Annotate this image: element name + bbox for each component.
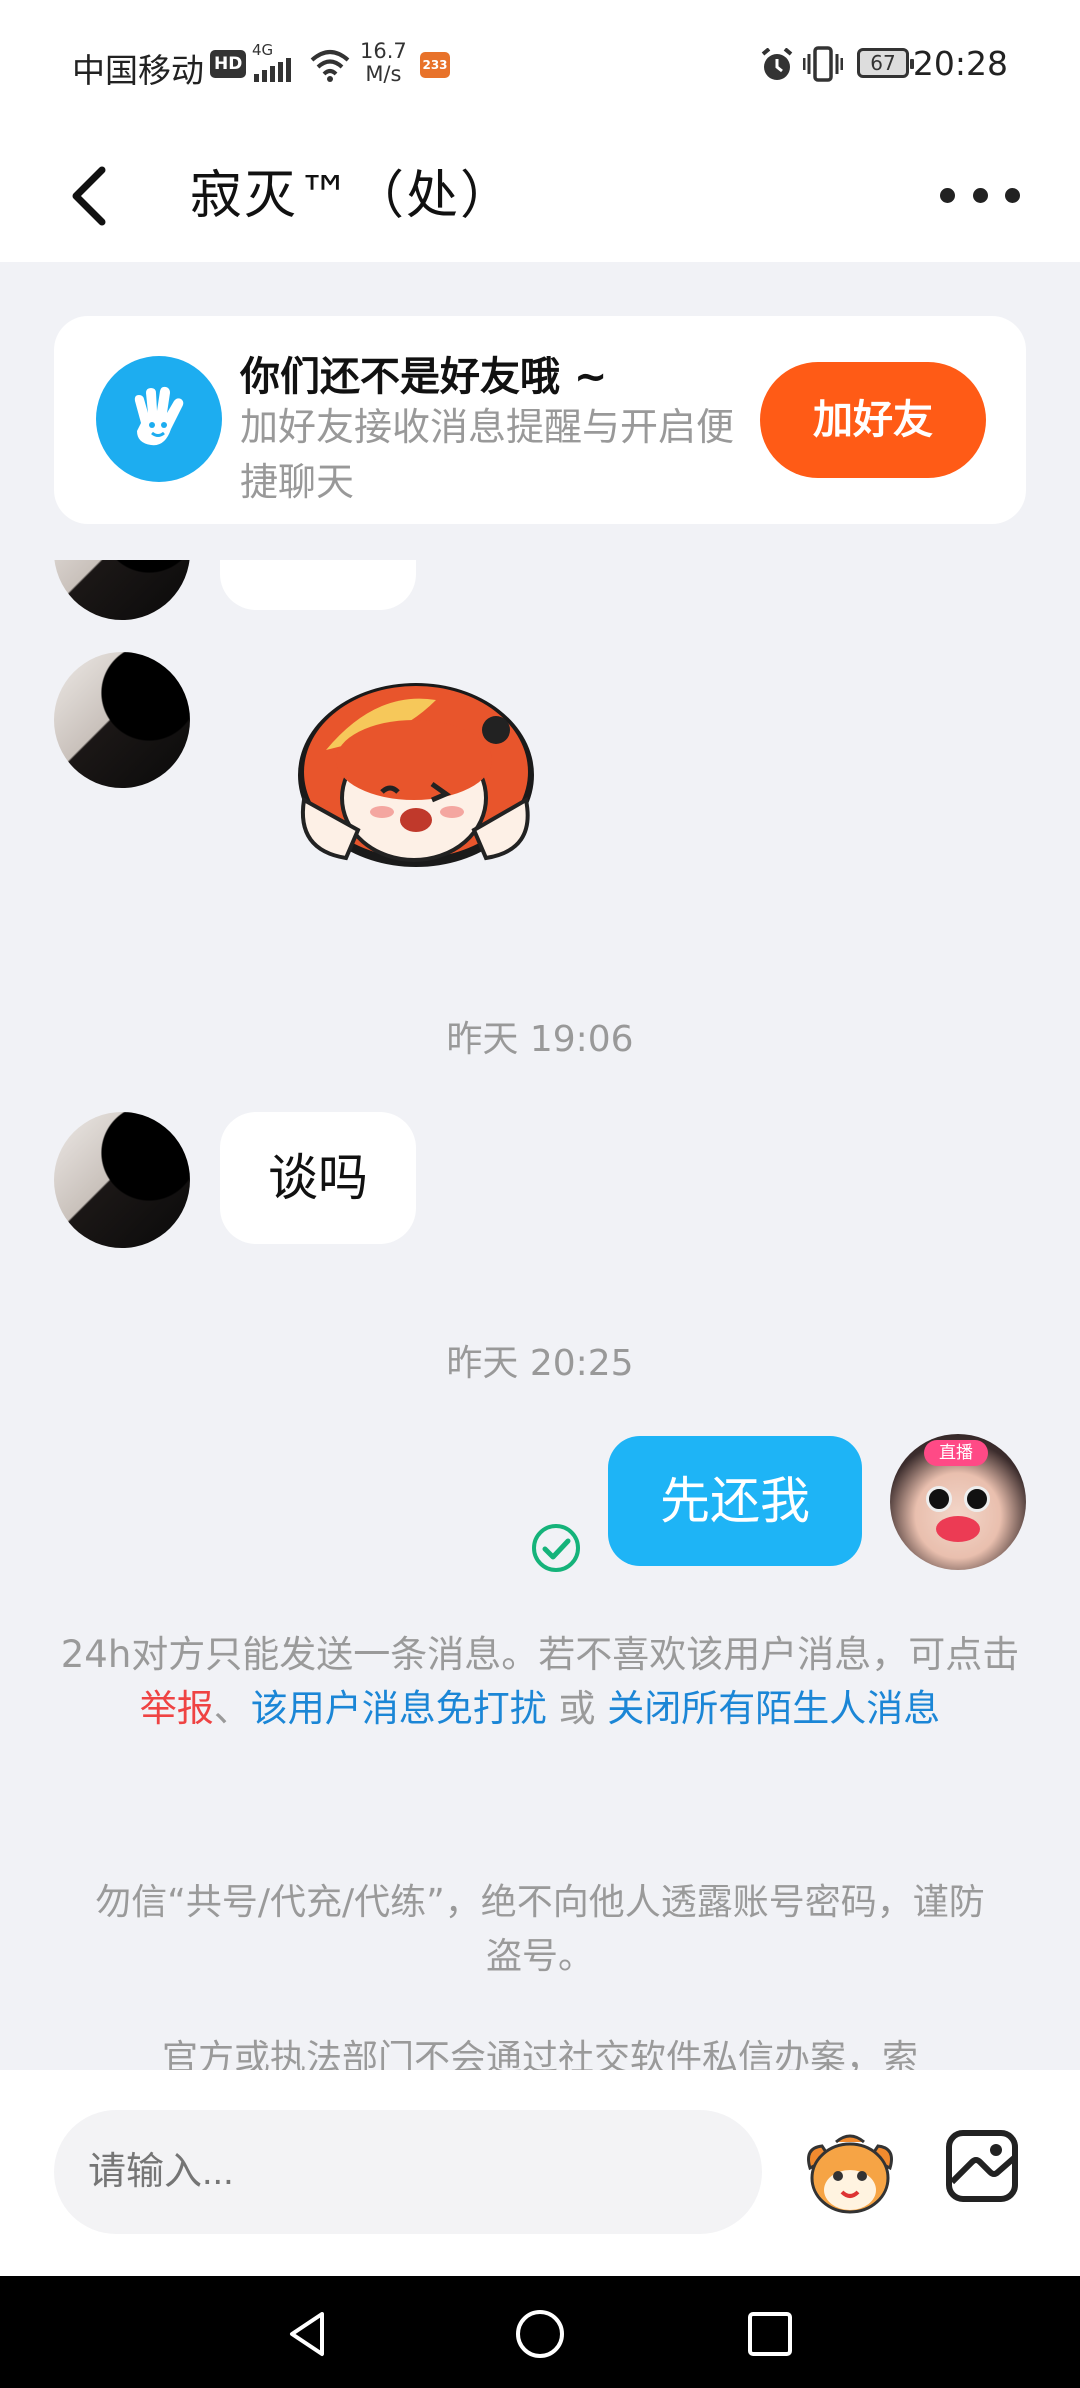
chat-header: 寂灭™（处） xyxy=(0,130,1080,262)
network-type: 4G xyxy=(252,41,274,59)
report-link[interactable]: 举报 xyxy=(140,1687,214,1730)
friend-card-title: 你们还不是好友哦 ~ xyxy=(240,354,608,400)
message-timestamp: 昨天 20:25 xyxy=(446,1343,634,1384)
mute-user-link[interactable]: 该用户消息免打扰 xyxy=(251,1687,547,1730)
emoji-mascot-icon[interactable] xyxy=(800,2128,900,2218)
nav-home-icon[interactable] xyxy=(512,2306,568,2362)
my-avatar[interactable]: 直播 xyxy=(890,1434,1026,1570)
notice-separator: 、 xyxy=(213,1687,251,1730)
security-warning: 官方或执法部门不会通过社交软件私信办案，索 xyxy=(161,2038,918,2070)
friend-card-subtitle: 加好友接收消息提醒与开启便捷聊天 xyxy=(240,405,735,504)
notice-text: 24h对方只能发送一条消息。若不喜欢该用户消息，可点击 xyxy=(60,1633,1020,1676)
hd-badge: HD xyxy=(210,50,247,78)
message-timestamp: 昨天 19:06 xyxy=(446,1019,634,1060)
add-friend-card: 你们还不是好友哦 ~ 加好友接收消息提醒与开启便捷聊天 加好友 xyxy=(54,316,1026,524)
vibrate-icon xyxy=(803,46,843,82)
status-bar: 中国移动 HD 4G 16.7 M/s 233 67 20:28 xyxy=(0,0,1080,130)
message-input-bar xyxy=(0,2070,1080,2276)
stranger-message-notice: 24h对方只能发送一条消息。若不喜欢该用户消息，可点击 举报、该用户消息免打扰 … xyxy=(60,1628,1020,1736)
nav-back-icon[interactable] xyxy=(280,2306,336,2362)
battery-icon: 67 xyxy=(857,48,914,78)
sticker-image[interactable] xyxy=(286,680,544,880)
app-notification-badge: 233 xyxy=(420,52,450,78)
nav-recents-icon[interactable] xyxy=(742,2306,798,2362)
contact-avatar[interactable] xyxy=(54,652,190,788)
chat-message-list[interactable]: 昨天 19:06 谈吗 昨天 20:25 先还我 直播 24h对方只能发送一条消… xyxy=(0,560,1080,2070)
carrier-label: 中国移动 xyxy=(72,51,204,90)
wifi-icon xyxy=(310,50,350,82)
clock: 20:28 xyxy=(912,44,1008,83)
speed-unit: M/s xyxy=(365,62,402,86)
close-stranger-messages-link[interactable]: 关闭所有陌生人消息 xyxy=(607,1687,940,1730)
security-warning: 勿信“共号/代充/代练”，绝不向他人透露账号密码，谨防盗号。 xyxy=(95,1882,985,1977)
photo-icon[interactable] xyxy=(944,2128,1020,2204)
outgoing-message-bubble[interactable]: 先还我 xyxy=(608,1436,862,1566)
chat-title: 寂灭™（处） xyxy=(190,166,515,226)
message-bubble-partial[interactable] xyxy=(220,560,416,610)
system-navigation-bar xyxy=(0,2276,1080,2388)
alarm-icon xyxy=(761,48,793,80)
read-check-icon xyxy=(532,1524,580,1572)
speed-value: 16.7 xyxy=(360,39,407,63)
network-speed: 16.7 M/s xyxy=(360,40,407,86)
incoming-message-bubble[interactable]: 谈吗 xyxy=(220,1112,416,1244)
message-input[interactable] xyxy=(54,2110,762,2234)
wave-hand-icon xyxy=(96,356,222,482)
contact-avatar[interactable] xyxy=(54,560,190,620)
contact-avatar[interactable] xyxy=(54,1112,190,1248)
back-arrow-icon[interactable] xyxy=(60,156,130,236)
signal-icon xyxy=(254,58,291,82)
notice-or: 或 xyxy=(546,1687,608,1730)
add-friend-button[interactable]: 加好友 xyxy=(760,362,986,478)
live-badge: 直播 xyxy=(924,1440,988,1466)
more-options-icon[interactable] xyxy=(940,170,1020,220)
